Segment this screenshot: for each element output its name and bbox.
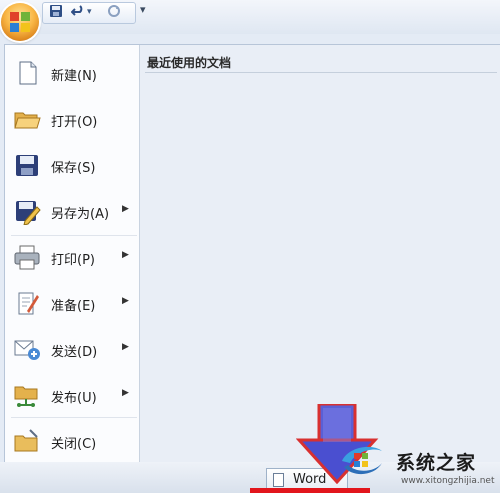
customize-toolbar-icon[interactable]: ▾ (140, 3, 146, 16)
recent-documents-divider (145, 72, 497, 73)
undo-icon[interactable] (70, 4, 85, 20)
document-icon (273, 473, 284, 487)
submenu-arrow-icon: ▶ (122, 388, 129, 398)
menu-item-label: 发送(D) (51, 345, 98, 360)
open-folder-icon (13, 105, 41, 133)
publish-icon (13, 381, 41, 409)
menu-item-print[interactable]: 打印(P) ▶ (5, 237, 139, 277)
save-disk-icon (13, 151, 41, 179)
menu-divider (11, 235, 137, 236)
office-menu: 新建(N) 打开(O) 保存(S) 另存为(A) ▶ 打印(P) ▶ 准备(E)… (5, 45, 140, 463)
title-bar: ▾ ▾ (0, 0, 500, 34)
watermark-title: 系统之家 (396, 452, 477, 474)
menu-item-label: 准备(E) (51, 299, 96, 314)
menu-item-send[interactable]: 发送(D) ▶ (5, 329, 139, 369)
office-button[interactable] (1, 3, 39, 41)
menu-divider (11, 417, 137, 418)
menu-item-label: 打开(O) (51, 115, 98, 130)
menu-item-save[interactable]: 保存(S) (5, 145, 139, 185)
save-as-icon (13, 197, 41, 226)
submenu-arrow-icon: ▶ (122, 250, 129, 260)
redo-icon[interactable] (107, 4, 121, 20)
printer-icon (13, 243, 41, 271)
menu-item-label: 保存(S) (51, 161, 96, 176)
menu-item-label: 另存为(A) (51, 207, 110, 222)
office-window: ▾ ▾ 新建(N) 打开(O) 保存(S) 另存为(A) ▶ 打印(P) ▶ 准… (0, 0, 500, 493)
menu-item-close[interactable]: 关闭(C) (5, 421, 139, 461)
highlight-bar (250, 488, 370, 493)
menu-item-label: 新建(N) (51, 69, 97, 84)
office-logo-icon (10, 12, 30, 32)
undo-dropdown-icon[interactable]: ▾ (87, 4, 92, 20)
menu-item-new[interactable]: 新建(N) (5, 53, 139, 93)
close-folder-icon (13, 427, 41, 455)
menu-item-save-as[interactable]: 另存为(A) ▶ (5, 191, 139, 231)
menu-item-publish[interactable]: 发布(U) ▶ (5, 375, 139, 415)
prepare-icon (13, 289, 41, 317)
menu-item-open[interactable]: 打开(O) (5, 99, 139, 139)
menu-item-label: 发布(U) (51, 391, 97, 406)
send-icon (13, 335, 41, 363)
office-menu-panel: 新建(N) 打开(O) 保存(S) 另存为(A) ▶ 打印(P) ▶ 准备(E)… (4, 44, 500, 464)
submenu-arrow-icon: ▶ (122, 296, 129, 306)
menu-item-label: 打印(P) (51, 253, 95, 268)
submenu-arrow-icon: ▶ (122, 204, 129, 214)
menu-item-prepare[interactable]: 准备(E) ▶ (5, 283, 139, 323)
new-document-icon (13, 59, 41, 87)
quick-access-toolbar: ▾ (42, 2, 136, 24)
recent-documents-title: 最近使用的文档 (147, 56, 232, 70)
menu-item-label: 关闭(C) (51, 437, 97, 452)
submenu-arrow-icon: ▶ (122, 342, 129, 352)
watermark-logo-icon (338, 437, 386, 481)
watermark-url: www.xitongzhijia.net (401, 476, 495, 486)
save-icon[interactable] (49, 4, 63, 20)
